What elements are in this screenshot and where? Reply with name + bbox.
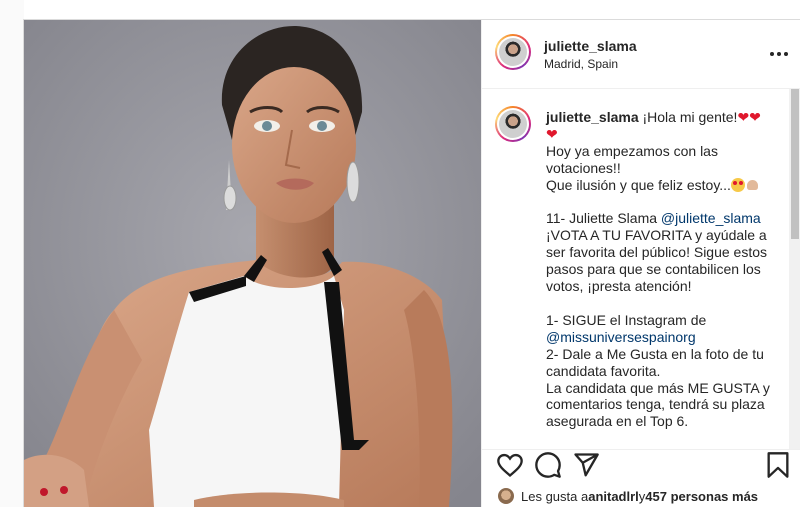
- caption-line: 11- Juliette Slama: [546, 210, 661, 227]
- likes-summary[interactable]: Les gusta a anitadlrl y 457 personas más: [498, 486, 758, 506]
- page-gutter: [0, 0, 24, 507]
- caption-line: Que ilusión y que feliz estoy...: [546, 176, 731, 193]
- post-username[interactable]: juliette_slama: [544, 38, 637, 54]
- red-heart-icon: ❤: [749, 109, 761, 125]
- caption-line: La candidata que más ME GUSTA y comentar…: [546, 379, 774, 430]
- bookmark-icon[interactable]: [764, 450, 792, 480]
- post-header: juliette_slama Madrid, Spain: [482, 20, 800, 89]
- liker-avatar[interactable]: [498, 488, 514, 504]
- caption-avatar[interactable]: [495, 106, 531, 142]
- mention-link[interactable]: @juliette_slama: [661, 210, 761, 226]
- likes-prefix: Les gusta a: [521, 488, 589, 504]
- red-heart-icon: ❤: [737, 109, 750, 125]
- model-portrait-image: [24, 20, 481, 507]
- scrollbar-thumb[interactable]: [791, 89, 799, 239]
- post-actions: [482, 450, 800, 486]
- post-location[interactable]: Madrid, Spain: [544, 57, 618, 71]
- star-struck-emoji-icon: [730, 177, 745, 192]
- liker-username[interactable]: anitadlrl: [588, 489, 639, 504]
- caption-line: Hoy ya empezamos con las votaciones!!: [546, 142, 722, 176]
- caption-text: juliette_slama ¡Hola mi gente!❤❤ ❤ Hoy y…: [546, 109, 781, 430]
- caption-line: ¡VOTA A TU FAVORITA y ayúdale a ser favo…: [546, 227, 771, 295]
- caption-line: 2- Dale a Me Gusta en la foto de tu cand…: [546, 345, 768, 379]
- post-photo[interactable]: [24, 20, 481, 507]
- more-options-icon[interactable]: [769, 46, 789, 62]
- heart-icon[interactable]: [496, 450, 524, 480]
- caption-greeting: ¡Hola mi gente!: [638, 109, 738, 125]
- red-heart-icon: ❤: [546, 125, 558, 142]
- caption-area[interactable]: juliette_slama ¡Hola mi gente!❤❤ ❤ Hoy y…: [482, 89, 800, 450]
- post-side-panel: juliette_slama Madrid, Spain juliette_sl…: [481, 20, 800, 507]
- likes-count[interactable]: 457 personas más: [645, 489, 758, 504]
- mention-link[interactable]: @missuniversespainorg: [546, 329, 696, 345]
- caption-scrollbar[interactable]: [789, 89, 800, 449]
- caption-line: 1- SIGUE el Instagram de: [546, 311, 711, 328]
- paper-plane-icon[interactable]: [572, 450, 600, 480]
- flexed-biceps-emoji-icon: [745, 178, 759, 192]
- caption-username[interactable]: juliette_slama: [546, 109, 639, 125]
- comment-icon[interactable]: [534, 450, 562, 480]
- avatar[interactable]: [495, 34, 531, 70]
